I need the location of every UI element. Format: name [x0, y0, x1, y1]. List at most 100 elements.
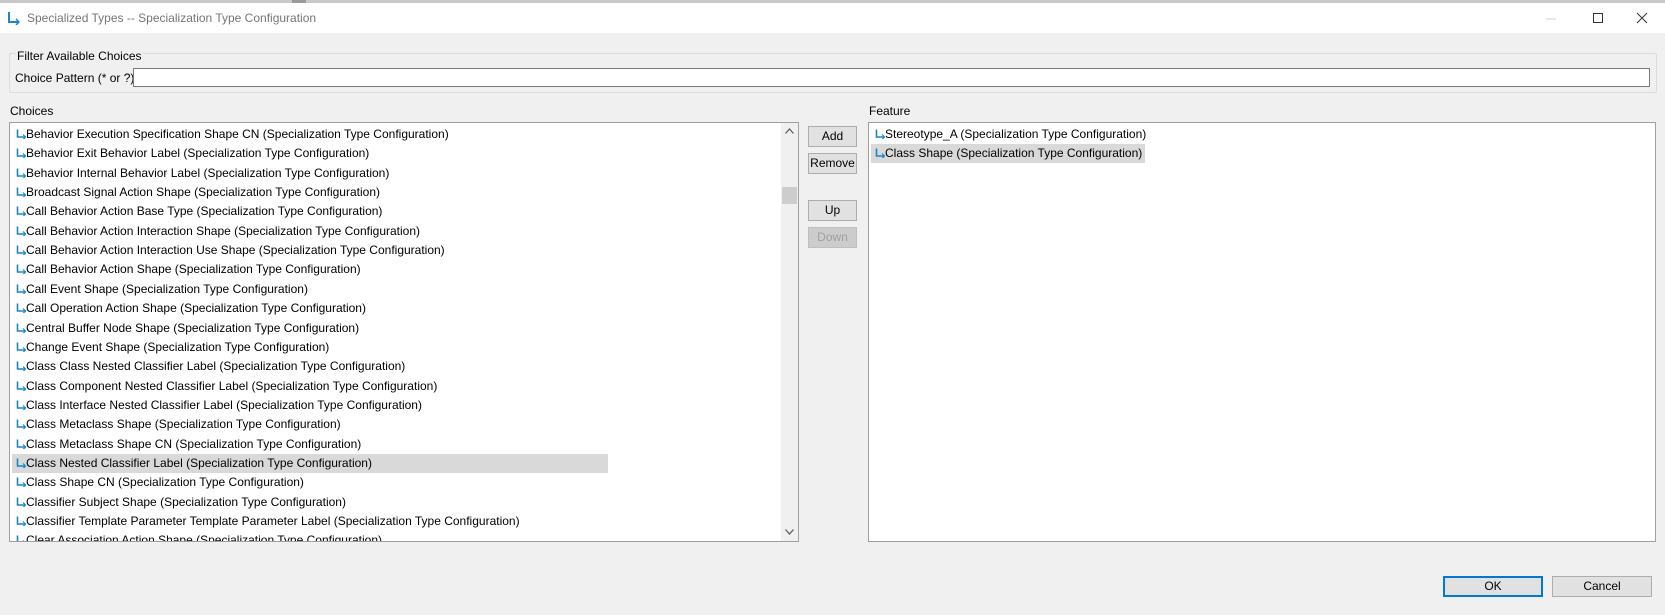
- specialization-arrow-icon: [16, 284, 26, 294]
- choices-scrollbar[interactable]: [781, 123, 798, 541]
- choice-item-label: Change Event Shape (Specialization Type …: [26, 339, 330, 354]
- choice-item-label: Call Behavior Action Base Type (Speciali…: [26, 204, 383, 219]
- specialization-arrow-icon: [16, 226, 26, 236]
- choice-item[interactable]: Classifier Template Parameter Template P…: [12, 512, 522, 531]
- choice-item[interactable]: Broadcast Signal Action Shape (Specializ…: [12, 183, 382, 202]
- specialization-arrow-icon: [16, 342, 26, 352]
- close-icon: [1636, 12, 1648, 24]
- scroll-up-button[interactable]: [781, 123, 798, 140]
- choice-item[interactable]: Class Nested Classifier Label (Specializ…: [12, 453, 608, 473]
- choice-item-label: Behavior Execution Specification Shape C…: [26, 127, 449, 141]
- specialization-arrow-icon: [875, 129, 885, 139]
- close-button[interactable]: [1619, 3, 1665, 33]
- ok-button[interactable]: OK: [1443, 576, 1543, 597]
- maximize-button[interactable]: [1575, 3, 1621, 33]
- specialization-arrow-icon: [16, 148, 26, 159]
- choice-item[interactable]: Class Class Nested Classifier Label (Spe…: [12, 357, 407, 376]
- specialization-arrow-icon: [16, 497, 26, 507]
- scroll-thumb[interactable]: [782, 187, 797, 204]
- feature-label: Feature: [869, 104, 911, 118]
- specialization-arrow-icon: [16, 264, 26, 275]
- choice-item[interactable]: Clear Association Action Shape (Speciali…: [12, 531, 384, 542]
- specialization-arrow-icon: [16, 245, 26, 256]
- choice-pattern-label: Choice Pattern (* or ?): [15, 71, 135, 85]
- specialization-arrow-icon: [16, 323, 26, 333]
- specialization-arrow-icon: [16, 419, 26, 430]
- choice-item[interactable]: Class Shape CN (Specialization Type Conf…: [12, 473, 306, 492]
- title-bar: Specialized Types -- Specialization Type…: [0, 3, 1665, 33]
- choice-item[interactable]: Call Operation Action Shape (Specializat…: [12, 299, 368, 318]
- cancel-button[interactable]: Cancel: [1552, 576, 1652, 597]
- choice-item-label: Behavior Internal Behavior Label (Specia…: [26, 165, 390, 180]
- choice-item-label: Behavior Exit Behavior Label (Specializa…: [26, 146, 370, 161]
- choice-item[interactable]: Call Behavior Action Interaction Use Sha…: [12, 241, 447, 260]
- choice-item[interactable]: Class Component Nested Classifier Label …: [12, 377, 439, 396]
- choice-pattern-input[interactable]: [133, 68, 1650, 87]
- maximize-icon: [1593, 13, 1603, 23]
- specialization-arrow-icon: [16, 381, 26, 391]
- choice-item[interactable]: Class Metaclass Shape (Specialization Ty…: [12, 415, 343, 434]
- choice-item-label: Central Buffer Node Shape (Specializatio…: [26, 320, 360, 335]
- remove-button[interactable]: Remove: [808, 153, 857, 174]
- choice-item-label: Class Class Nested Classifier Label (Spe…: [26, 359, 406, 374]
- specialization-arrow-icon: [16, 361, 26, 372]
- choice-item[interactable]: Change Event Shape (Specialization Type …: [12, 338, 331, 357]
- down-button[interactable]: Down: [808, 227, 857, 248]
- choice-item-label: Call Behavior Action Shape (Specializati…: [26, 262, 361, 277]
- specialization-arrow-icon: [8, 12, 20, 25]
- minimize-button[interactable]: [1528, 3, 1574, 33]
- choice-item-label: Classifier Template Parameter Template P…: [26, 514, 520, 528]
- choice-item[interactable]: Classifier Subject Shape (Specialization…: [12, 493, 348, 512]
- choice-item[interactable]: Class Metaclass Shape CN (Specialization…: [12, 435, 363, 454]
- choice-item-label: Clear Association Action Shape (Speciali…: [26, 533, 382, 542]
- choice-item[interactable]: Call Behavior Action Shape (Specializati…: [12, 260, 363, 279]
- choices-list[interactable]: Behavior Execution Specification Shape C…: [9, 122, 799, 542]
- specialization-arrow-icon: [16, 400, 26, 410]
- choice-item-label: Call Operation Action Shape (Specializat…: [26, 301, 366, 316]
- filter-group-label: Filter Available Choices: [16, 49, 143, 63]
- specialization-arrow-icon: [16, 303, 26, 314]
- choice-item-label: Broadcast Signal Action Shape (Specializ…: [26, 185, 380, 200]
- choice-item[interactable]: Behavior Exit Behavior Label (Specializa…: [12, 144, 371, 163]
- chevron-down-icon: [785, 529, 794, 535]
- minimize-icon: [1546, 18, 1556, 20]
- specialization-arrow-icon: [16, 206, 26, 217]
- chevron-up-icon: [785, 128, 794, 134]
- choice-item-label: Class Nested Classifier Label (Specializ…: [26, 455, 372, 470]
- choice-item[interactable]: Call Behavior Action Interaction Shape (…: [12, 222, 422, 241]
- choice-item[interactable]: Central Buffer Node Shape (Specializatio…: [12, 319, 361, 338]
- choice-item[interactable]: Call Behavior Action Base Type (Speciali…: [12, 202, 384, 221]
- choice-item[interactable]: Behavior Internal Behavior Label (Specia…: [12, 164, 391, 183]
- specialization-arrow-icon: [16, 168, 26, 178]
- choice-item[interactable]: Class Interface Nested Classifier Label …: [12, 396, 424, 415]
- choice-item-label: Class Metaclass Shape (Specialization Ty…: [26, 417, 341, 432]
- feature-list[interactable]: Stereotype_A (Specialization Type Config…: [868, 122, 1656, 542]
- choice-item-label: Call Event Shape (Specialization Type Co…: [26, 281, 308, 296]
- specialization-arrow-icon: [16, 477, 26, 488]
- scroll-down-button[interactable]: [781, 524, 798, 541]
- specialization-arrow-icon: [16, 129, 26, 139]
- choice-item-label: Class Component Nested Classifier Label …: [26, 378, 438, 393]
- window-title: Specialized Types -- Specialization Type…: [27, 11, 317, 25]
- choice-item[interactable]: Behavior Execution Specification Shape C…: [12, 125, 451, 144]
- choice-item-label: Call Behavior Action Interaction Use Sha…: [26, 243, 445, 258]
- specialization-arrow-icon: [16, 458, 26, 468]
- specialization-arrow-icon: [16, 535, 25, 541]
- specialization-arrow-icon: [16, 187, 26, 198]
- choice-item-label: Class Shape CN (Specialization Type Conf…: [26, 475, 304, 490]
- specialization-arrow-icon: [16, 516, 26, 526]
- specialization-arrow-icon: [875, 148, 885, 159]
- choices-label: Choices: [10, 104, 54, 118]
- specialization-arrow-icon: [16, 439, 26, 449]
- choice-item-label: Call Behavior Action Interaction Shape (…: [26, 223, 421, 238]
- feature-item[interactable]: Stereotype_A (Specialization Type Config…: [871, 125, 1148, 144]
- feature-item-label: Class Shape (Specialization Type Configu…: [885, 146, 1143, 161]
- feature-item-label: Stereotype_A (Specialization Type Config…: [885, 127, 1147, 141]
- add-button[interactable]: Add: [808, 126, 857, 147]
- choice-item-label: Class Metaclass Shape CN (Specialization…: [26, 436, 362, 451]
- feature-item[interactable]: Class Shape (Specialization Type Configu…: [871, 144, 1145, 164]
- choice-item-label: Classifier Subject Shape (Specialization…: [26, 494, 346, 509]
- choice-item-label: Class Interface Nested Classifier Label …: [26, 397, 422, 412]
- up-button[interactable]: Up: [808, 200, 857, 221]
- choice-item[interactable]: Call Event Shape (Specialization Type Co…: [12, 280, 310, 299]
